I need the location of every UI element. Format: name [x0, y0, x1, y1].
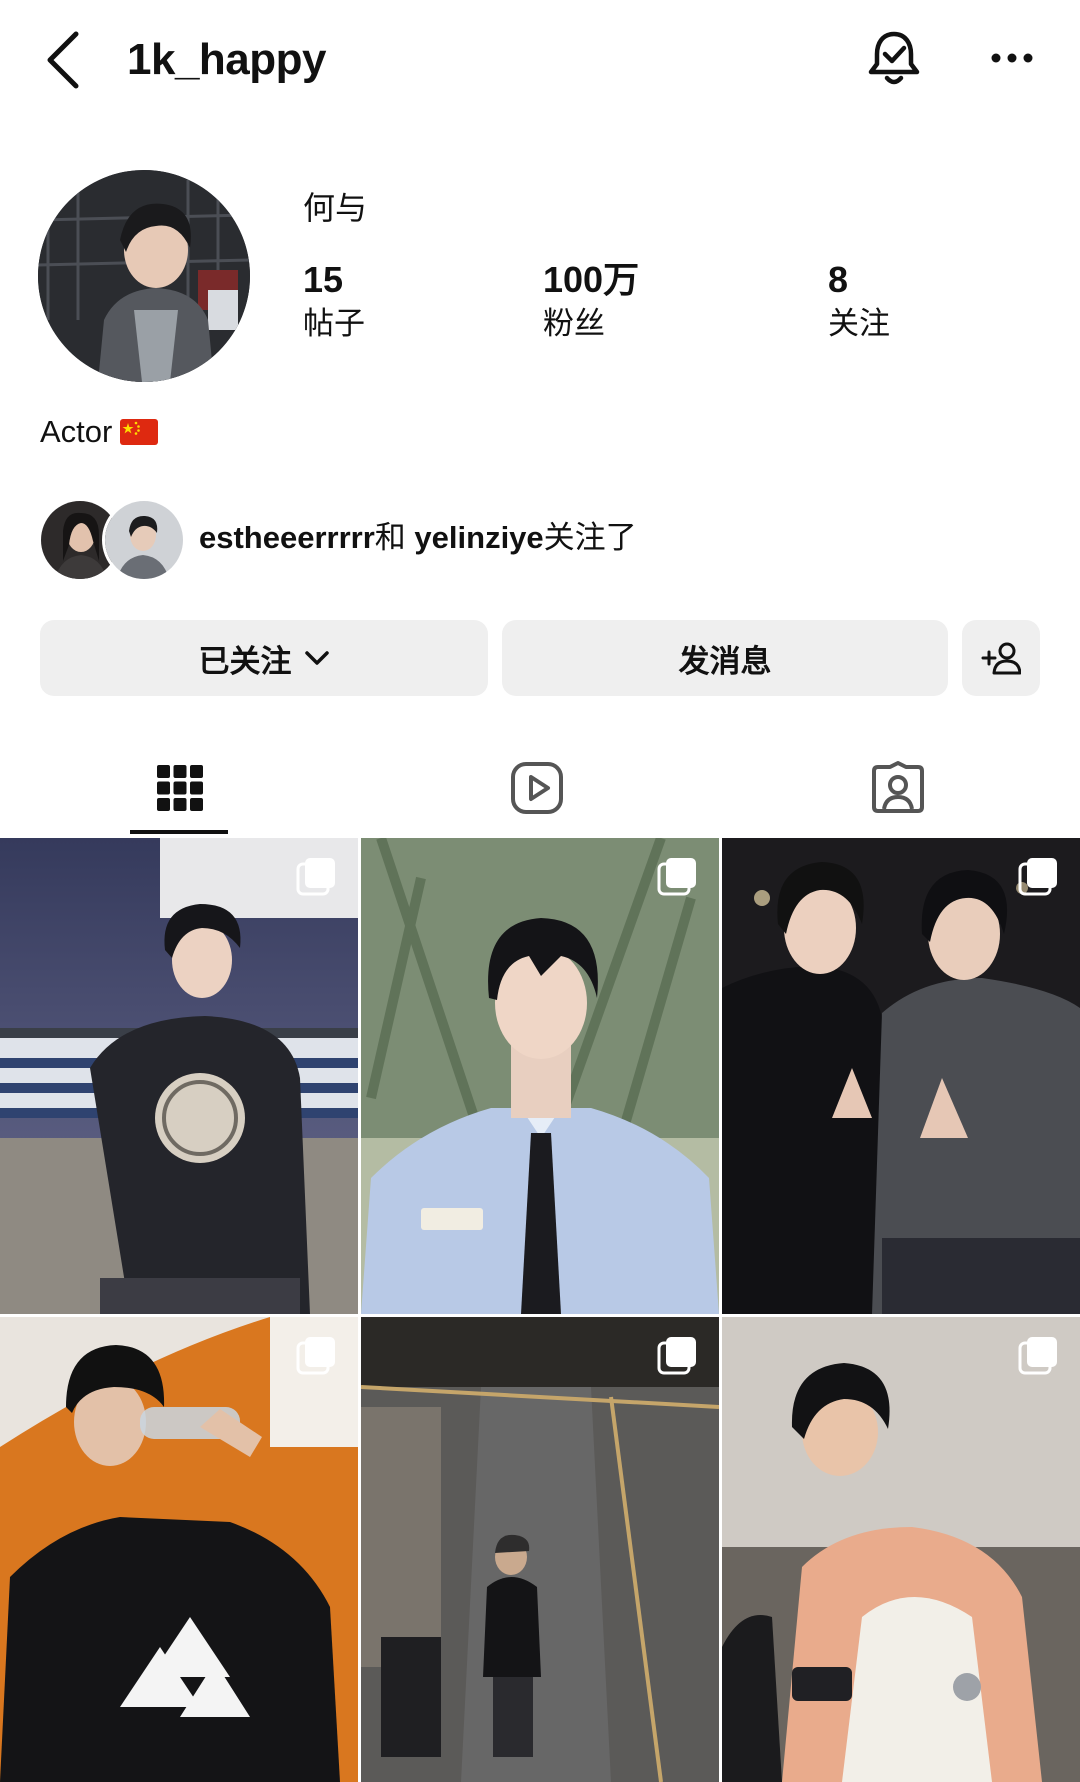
- back-chevron-icon[interactable]: [40, 28, 88, 92]
- mutual-connector: 和: [374, 520, 406, 555]
- following-button[interactable]: 已关注: [40, 620, 488, 696]
- mutual-followers-avatars[interactable]: [38, 498, 186, 582]
- stat-posts-value: 15: [303, 259, 344, 300]
- following-button-label: 已关注: [198, 643, 292, 679]
- tab-posts-grid[interactable]: [130, 742, 230, 834]
- stat-followers-value: 100万: [543, 259, 640, 300]
- reels-icon: [511, 762, 563, 814]
- chevron-down-icon: [304, 651, 329, 665]
- tagged-icon: [872, 761, 924, 813]
- stat-posts-label: 帖子: [303, 306, 365, 341]
- stat-followers[interactable]: 100万 粉丝: [543, 258, 639, 344]
- mutual-suffix: 关注了: [543, 520, 637, 555]
- post-tile[interactable]: [0, 838, 358, 1314]
- message-button[interactable]: 发消息: [502, 620, 948, 696]
- multiple-photos-icon: [1018, 858, 1057, 896]
- mutual-user-2[interactable]: yelinziye: [414, 520, 543, 555]
- message-button-label: 发消息: [678, 643, 772, 679]
- multiple-photos-icon: [296, 858, 335, 896]
- profile-display-name: 何与: [303, 190, 368, 226]
- stat-following[interactable]: 8 关注: [828, 258, 890, 344]
- multiple-photos-icon: [657, 858, 696, 896]
- profile-bio: Actor: [40, 412, 159, 452]
- mutual-followers-text[interactable]: estheeerrrrr和 yelinziye关注了: [199, 518, 637, 558]
- post-tile[interactable]: [361, 1317, 719, 1782]
- grid-icon: [157, 765, 203, 811]
- post-tile[interactable]: [722, 838, 1080, 1314]
- tab-reels[interactable]: [487, 742, 587, 834]
- add-person-icon: [981, 642, 1021, 675]
- mutual-avatar-2: [102, 498, 186, 582]
- multiple-photos-icon: [657, 1337, 696, 1375]
- post-tile[interactable]: [361, 838, 719, 1314]
- profile-username: 1k_happy: [127, 35, 326, 84]
- china-flag-icon: [120, 419, 159, 445]
- post-tile[interactable]: [722, 1317, 1080, 1782]
- multiple-photos-icon: [1018, 1337, 1057, 1375]
- tab-tagged[interactable]: [848, 742, 948, 834]
- add-person-button[interactable]: [962, 620, 1040, 696]
- mutual-user-1[interactable]: estheeerrrrr: [199, 520, 375, 555]
- stat-following-value: 8: [828, 259, 849, 300]
- stat-posts[interactable]: 15 帖子: [303, 258, 365, 344]
- active-tab-indicator: [130, 830, 228, 834]
- stat-following-label: 关注: [828, 306, 890, 341]
- more-options-icon[interactable]: [988, 40, 1036, 76]
- bio-text: Actor: [40, 414, 113, 449]
- multiple-photos-icon: [296, 1337, 335, 1375]
- notification-bell-icon[interactable]: [862, 26, 926, 90]
- post-tile[interactable]: [0, 1317, 358, 1782]
- profile-avatar[interactable]: [38, 170, 250, 382]
- stat-followers-label: 粉丝: [543, 306, 605, 341]
